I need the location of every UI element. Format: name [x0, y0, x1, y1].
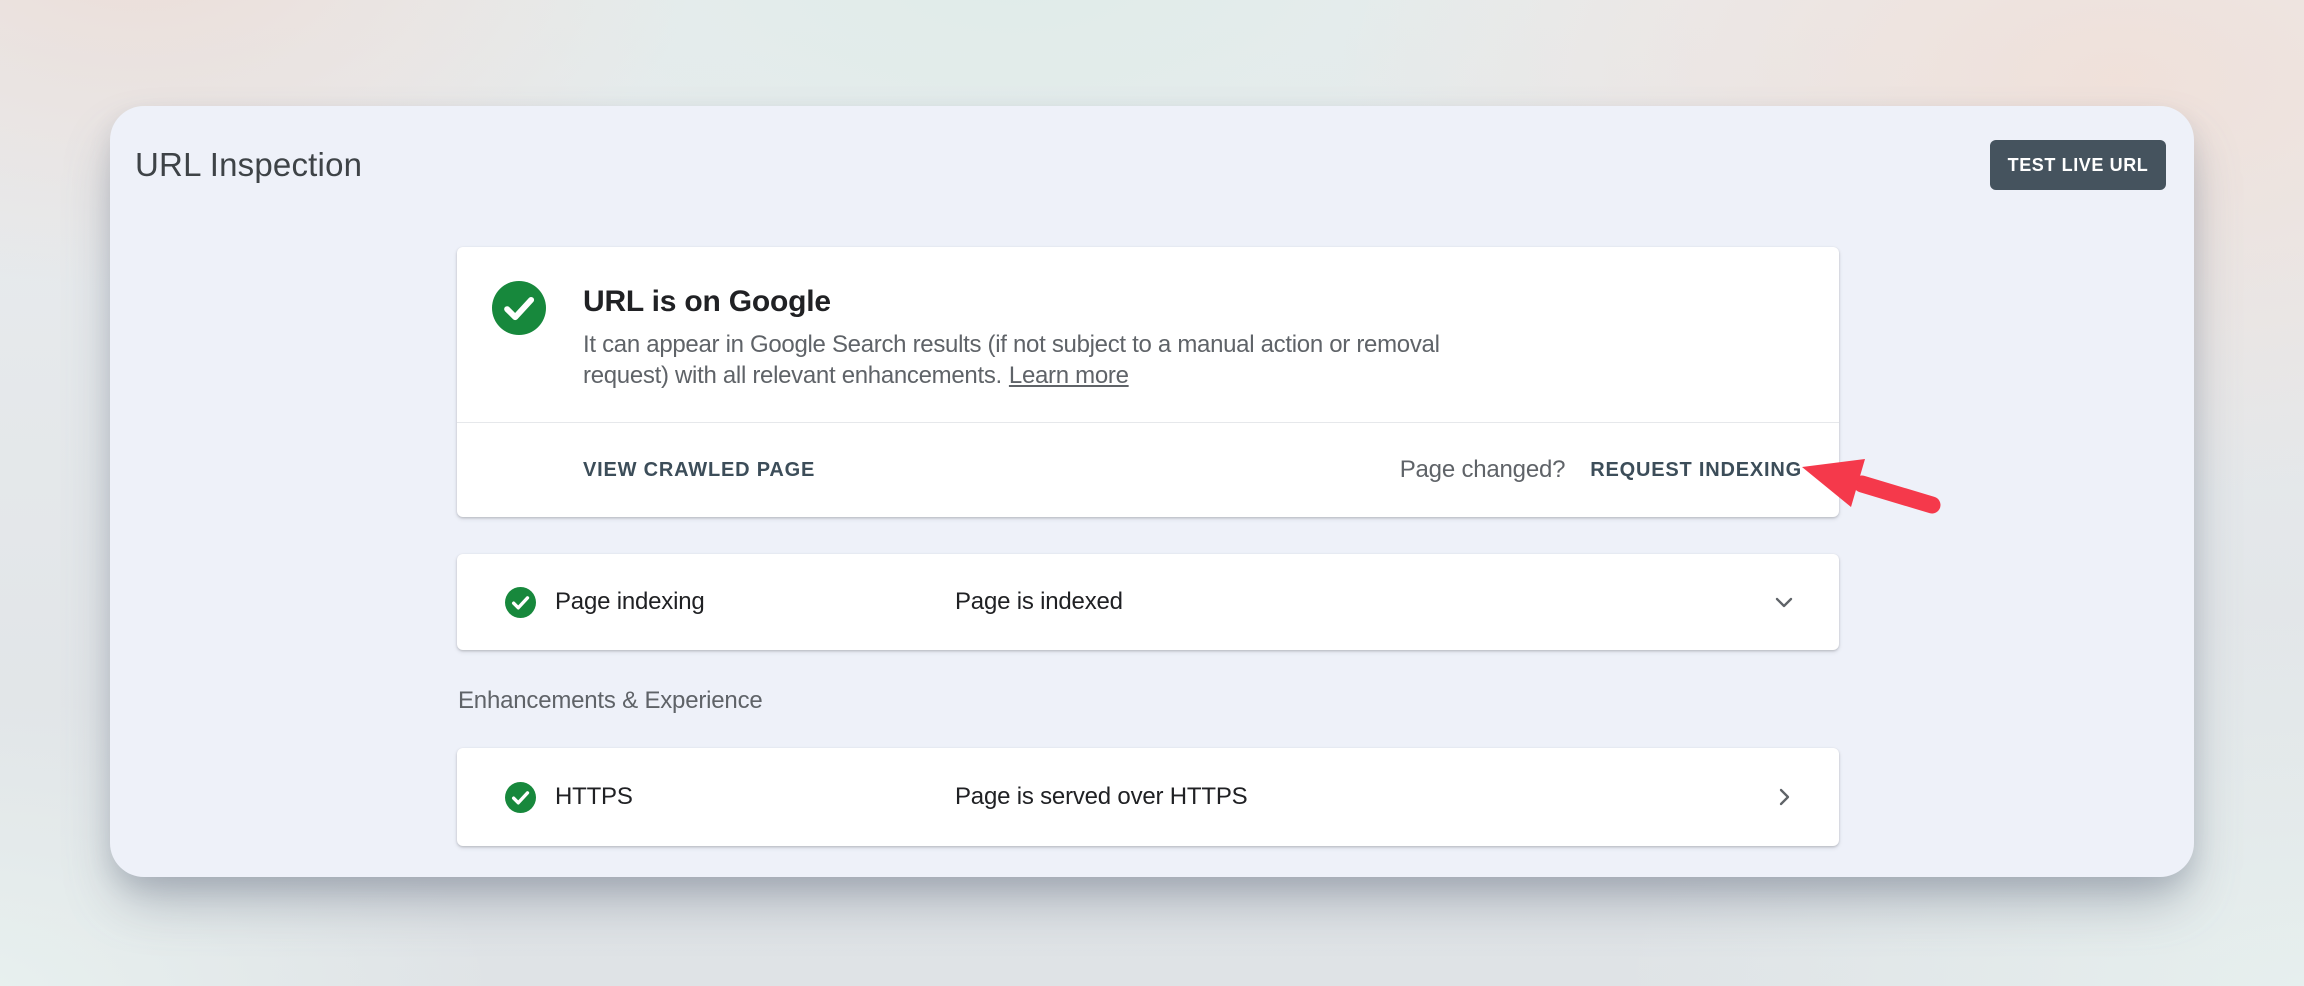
status-title: URL is on Google	[583, 285, 1440, 319]
inspection-results: URL is on Google It can appear in Google…	[457, 247, 1839, 846]
url-inspection-screen: URL Inspection TEST LIVE URL URL is on G…	[0, 0, 2304, 986]
check-circle-icon	[492, 281, 546, 335]
enhancements-section-heading: Enhancements & Experience	[458, 684, 1839, 718]
check-circle-icon	[505, 782, 536, 813]
view-crawled-page-link[interactable]: VIEW CRAWLED PAGE	[583, 459, 815, 482]
row-label: HTTPS	[555, 783, 955, 811]
status-description: It can appear in Google Search results (…	[583, 329, 1440, 391]
page-title: URL Inspection	[135, 146, 362, 184]
page-changed-label: Page changed?	[1400, 456, 1566, 484]
test-live-url-button[interactable]: TEST LIVE URL	[1990, 140, 2166, 190]
url-status-card: URL is on Google It can appear in Google…	[457, 247, 1839, 517]
status-action-bar: VIEW CRAWLED PAGE Page changed? REQUEST …	[457, 422, 1839, 517]
page-indexing-row[interactable]: Page indexing Page is indexed	[457, 554, 1839, 650]
chevron-down-icon[interactable]	[1769, 587, 1799, 617]
check-circle-icon	[505, 587, 536, 618]
row-label: Page indexing	[555, 588, 955, 616]
chevron-right-icon[interactable]	[1769, 782, 1799, 812]
learn-more-link[interactable]: Learn more	[1009, 362, 1129, 389]
row-status: Page is served over HTTPS	[955, 783, 1247, 811]
row-status: Page is indexed	[955, 588, 1123, 616]
panel-header: URL Inspection TEST LIVE URL	[110, 106, 2194, 224]
https-row[interactable]: HTTPS Page is served over HTTPS	[457, 748, 1839, 846]
right-action-group: Page changed? REQUEST INDEXING	[1400, 456, 1802, 484]
url-inspection-panel: URL Inspection TEST LIVE URL URL is on G…	[110, 106, 2194, 877]
request-indexing-link[interactable]: REQUEST INDEXING	[1590, 459, 1802, 482]
status-text-block: URL is on Google It can appear in Google…	[583, 281, 1440, 422]
status-summary: URL is on Google It can appear in Google…	[457, 247, 1839, 422]
